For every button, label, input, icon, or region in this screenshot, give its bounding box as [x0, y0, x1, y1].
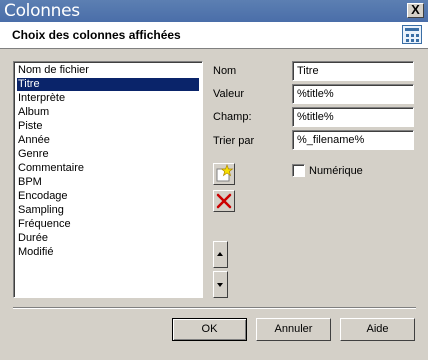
- nom-field[interactable]: Titre: [292, 61, 414, 81]
- list-item[interactable]: Année: [18, 134, 50, 147]
- list-item[interactable]: Modifié: [18, 246, 53, 259]
- dialog-header: Choix des colonnes affichées: [0, 22, 428, 49]
- list-item[interactable]: Sampling: [18, 204, 64, 217]
- list-item[interactable]: Album: [18, 106, 49, 119]
- list-item[interactable]: Encodage: [18, 190, 68, 203]
- trier-par-field[interactable]: %_filename%: [292, 130, 414, 150]
- champ-label: Champ:: [213, 111, 252, 123]
- new-column-button[interactable]: [213, 163, 235, 185]
- valeur-label: Valeur: [213, 88, 244, 100]
- trier-par-label: Trier par: [213, 135, 255, 147]
- move-down-button[interactable]: [213, 271, 228, 298]
- arrow-down-icon: [217, 283, 223, 287]
- ok-button[interactable]: OK: [172, 318, 247, 341]
- valeur-field[interactable]: %title%: [292, 84, 414, 104]
- move-up-button[interactable]: [213, 241, 228, 268]
- separator-highlight: [13, 308, 416, 309]
- list-item[interactable]: Commentaire: [18, 162, 84, 175]
- columns-list[interactable]: Nom de fichier Titre Interprète Album Pi…: [13, 61, 203, 298]
- list-item[interactable]: Interprète: [18, 92, 65, 105]
- new-star-icon: [216, 164, 234, 182]
- arrow-up-icon: [217, 252, 223, 256]
- header-text: Choix des colonnes affichées: [12, 28, 181, 42]
- list-item[interactable]: BPM: [18, 176, 42, 189]
- numerique-checkbox[interactable]: [292, 164, 305, 177]
- aide-button[interactable]: Aide: [340, 318, 415, 341]
- window-title: Colonnes: [4, 1, 80, 21]
- delete-x-icon: [216, 193, 232, 209]
- list-item[interactable]: Piste: [18, 120, 42, 133]
- list-item[interactable]: Nom de fichier: [18, 64, 89, 77]
- close-button[interactable]: X: [407, 3, 424, 18]
- list-item-selected[interactable]: Titre: [17, 78, 199, 91]
- list-item[interactable]: Genre: [18, 148, 49, 161]
- title-bar[interactable]: Colonnes X: [0, 0, 428, 22]
- champ-field[interactable]: %title%: [292, 107, 414, 127]
- numerique-label: Numérique: [309, 165, 363, 177]
- list-item[interactable]: Fréquence: [18, 218, 71, 231]
- columns-grid-icon: [402, 25, 422, 44]
- nom-label: Nom: [213, 65, 237, 77]
- delete-column-button[interactable]: [213, 190, 235, 212]
- annuler-button[interactable]: Annuler: [256, 318, 331, 341]
- list-item[interactable]: Durée: [18, 232, 48, 245]
